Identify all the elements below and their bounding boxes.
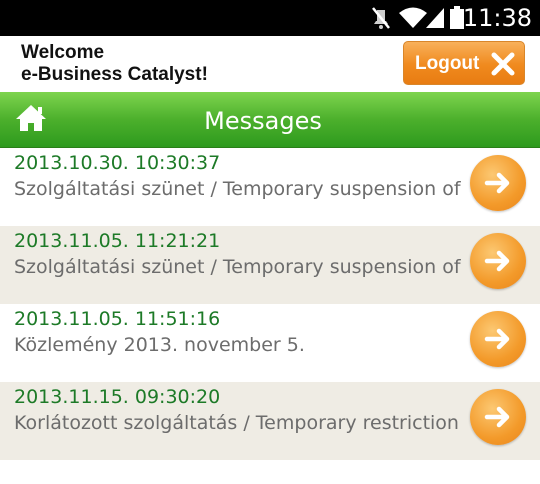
- arrow-right-icon: [484, 406, 510, 428]
- logout-button[interactable]: Logout: [403, 41, 525, 85]
- mute-icon: [370, 6, 392, 35]
- message-row[interactable]: 2013.11.15. 09:30:20 Korlátozott szolgál…: [0, 382, 540, 460]
- header: Welcome e-Business Catalyst! Logout: [0, 36, 540, 92]
- status-bar: 11:38: [0, 0, 540, 36]
- message-date: 2013.10.30. 10:30:37: [14, 152, 221, 174]
- open-message-button[interactable]: [470, 233, 526, 289]
- title-bar: Messages: [0, 92, 540, 148]
- welcome-line-2: e-Business Catalyst!: [21, 64, 208, 85]
- message-date: 2013.11.15. 09:30:20: [14, 386, 221, 408]
- open-message-button[interactable]: [470, 155, 526, 211]
- open-message-button[interactable]: [470, 311, 526, 367]
- message-list: 2013.10.30. 10:30:37 Szolgáltatási szüne…: [0, 148, 540, 460]
- open-message-button[interactable]: [470, 389, 526, 445]
- message-date: 2013.11.05. 11:21:21: [14, 230, 221, 252]
- message-row[interactable]: 2013.11.05. 11:51:16 Közlemény 2013. nov…: [0, 304, 540, 382]
- clock: 11:38: [462, 4, 532, 32]
- signal-icon: [424, 6, 446, 35]
- message-subject: Szolgáltatási szünet / Temporary suspens…: [14, 256, 464, 278]
- message-date: 2013.11.05. 11:51:16: [14, 308, 221, 330]
- arrow-right-icon: [484, 328, 510, 350]
- logout-label: Logout: [415, 53, 480, 74]
- close-icon: [490, 51, 516, 83]
- welcome-line-1: Welcome: [21, 42, 105, 63]
- message-row[interactable]: 2013.11.05. 11:21:21 Szolgáltatási szüne…: [0, 226, 540, 304]
- arrow-right-icon: [484, 172, 510, 194]
- message-subject: Szolgáltatási szünet / Temporary suspens…: [14, 178, 464, 200]
- message-subject: Korlátozott szolgáltatás / Temporary res…: [14, 412, 459, 434]
- message-row[interactable]: 2013.10.30. 10:30:37 Szolgáltatási szüne…: [0, 148, 540, 226]
- welcome-text: Welcome e-Business Catalyst!: [21, 42, 208, 86]
- page-title: Messages: [204, 107, 322, 135]
- arrow-right-icon: [484, 250, 510, 272]
- message-subject: Közlemény 2013. november 5.: [14, 334, 305, 356]
